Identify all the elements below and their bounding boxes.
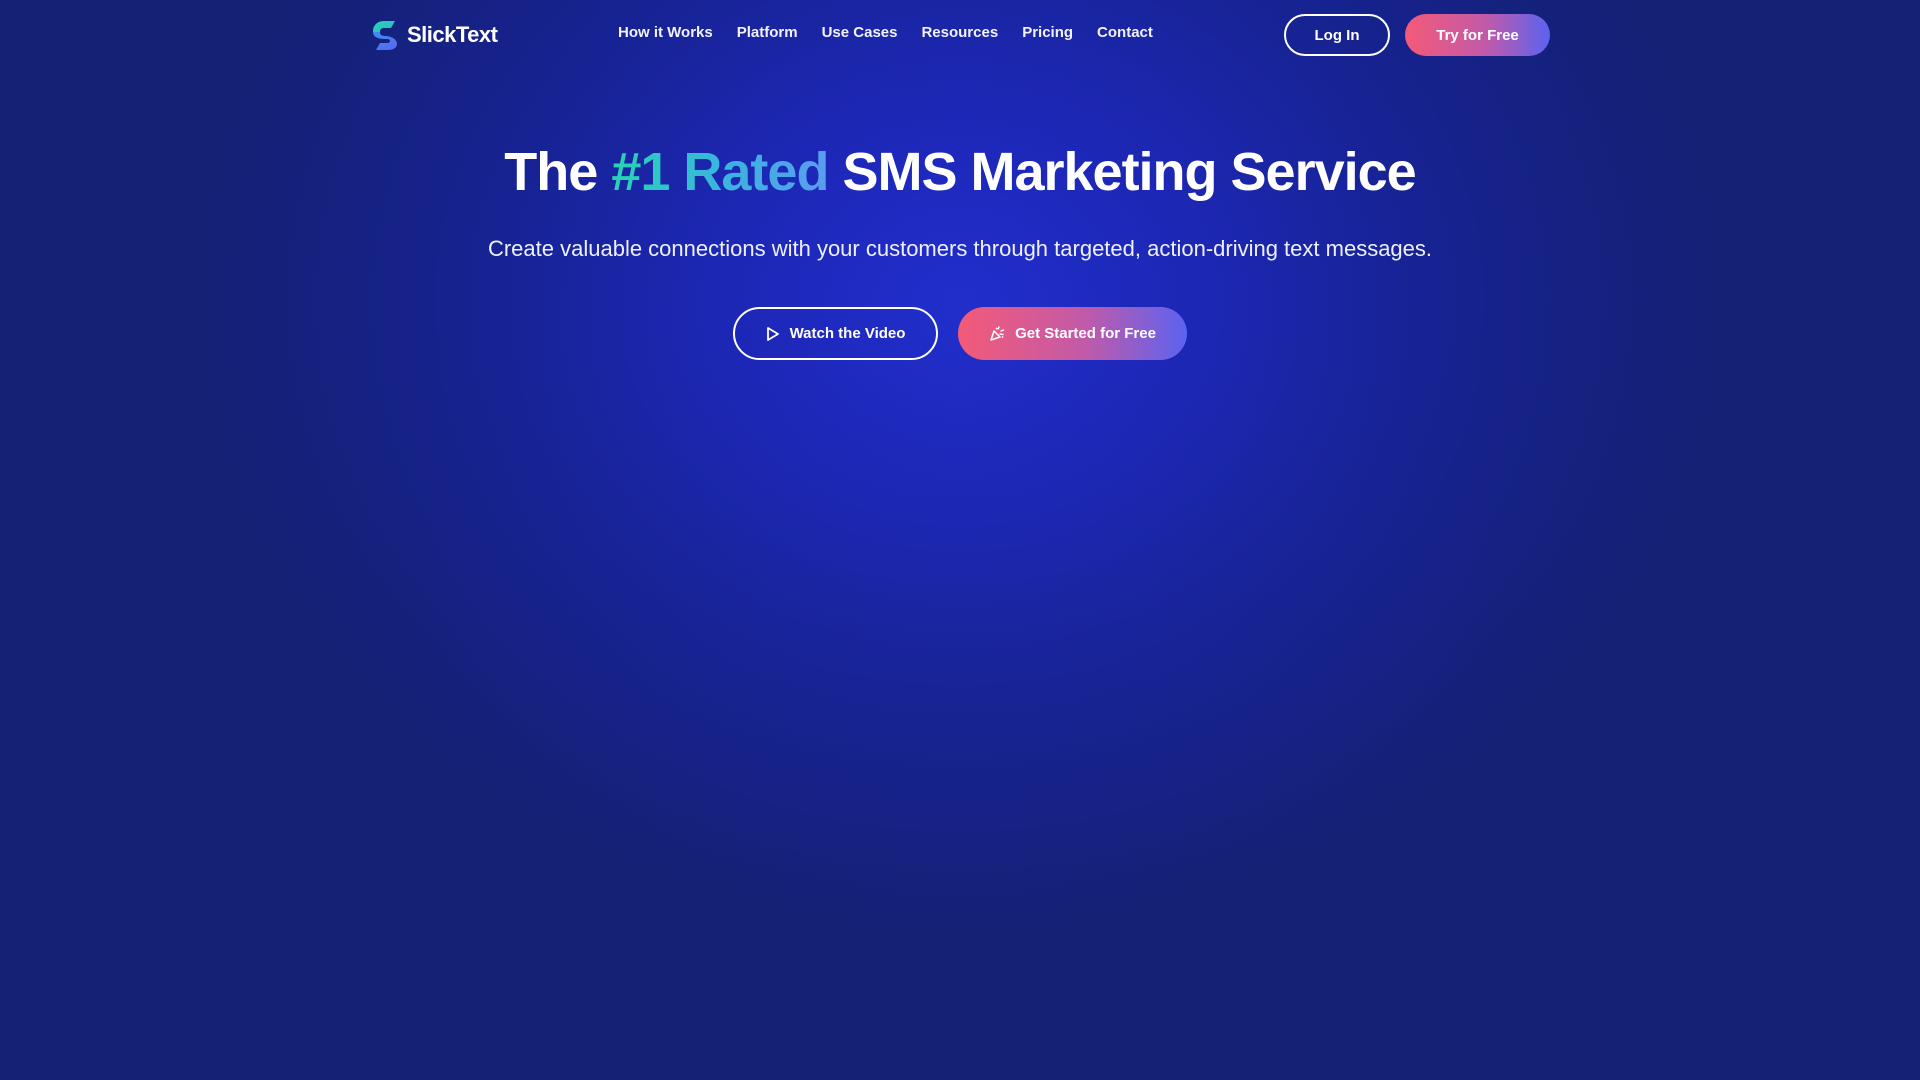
get-started-label: Get Started for Free bbox=[1015, 325, 1156, 342]
hero-subtitle: Create valuable connections with your cu… bbox=[487, 236, 1433, 261]
hero-title-suffix: SMS Marketing Service bbox=[842, 142, 1416, 202]
get-started-button[interactable]: Get Started for Free bbox=[958, 307, 1187, 360]
watch-video-label: Watch the Video bbox=[789, 325, 906, 342]
main-nav: How it Works Platform Use Cases Resource… bbox=[618, 24, 1153, 41]
try-for-free-button[interactable]: Try for Free bbox=[1405, 14, 1550, 56]
top-navbar: SlickText How it Works Platform Use Case… bbox=[0, 0, 1920, 70]
nav-use-cases[interactable]: Use Cases bbox=[822, 24, 898, 41]
play-icon bbox=[766, 326, 780, 342]
party-popper-icon bbox=[989, 325, 1005, 342]
nav-resources[interactable]: Resources bbox=[921, 24, 998, 41]
nav-how-it-works[interactable]: How it Works bbox=[618, 24, 713, 41]
watch-video-button[interactable]: Watch the Video bbox=[733, 307, 938, 360]
hero-title: The #1 Rated SMS Marketing Service bbox=[0, 136, 1920, 208]
nav-pricing[interactable]: Pricing bbox=[1022, 24, 1073, 41]
hero-title-accent: #1 Rated bbox=[611, 142, 829, 202]
nav-contact[interactable]: Contact bbox=[1097, 24, 1153, 41]
brand-logo[interactable]: SlickText bbox=[369, 19, 498, 51]
slicktext-logo-icon bbox=[373, 21, 397, 50]
login-button[interactable]: Log In bbox=[1284, 14, 1390, 56]
hero-title-prefix: The bbox=[504, 142, 598, 202]
brand-name: SlickText bbox=[407, 22, 498, 47]
nav-platform[interactable]: Platform bbox=[737, 24, 798, 41]
